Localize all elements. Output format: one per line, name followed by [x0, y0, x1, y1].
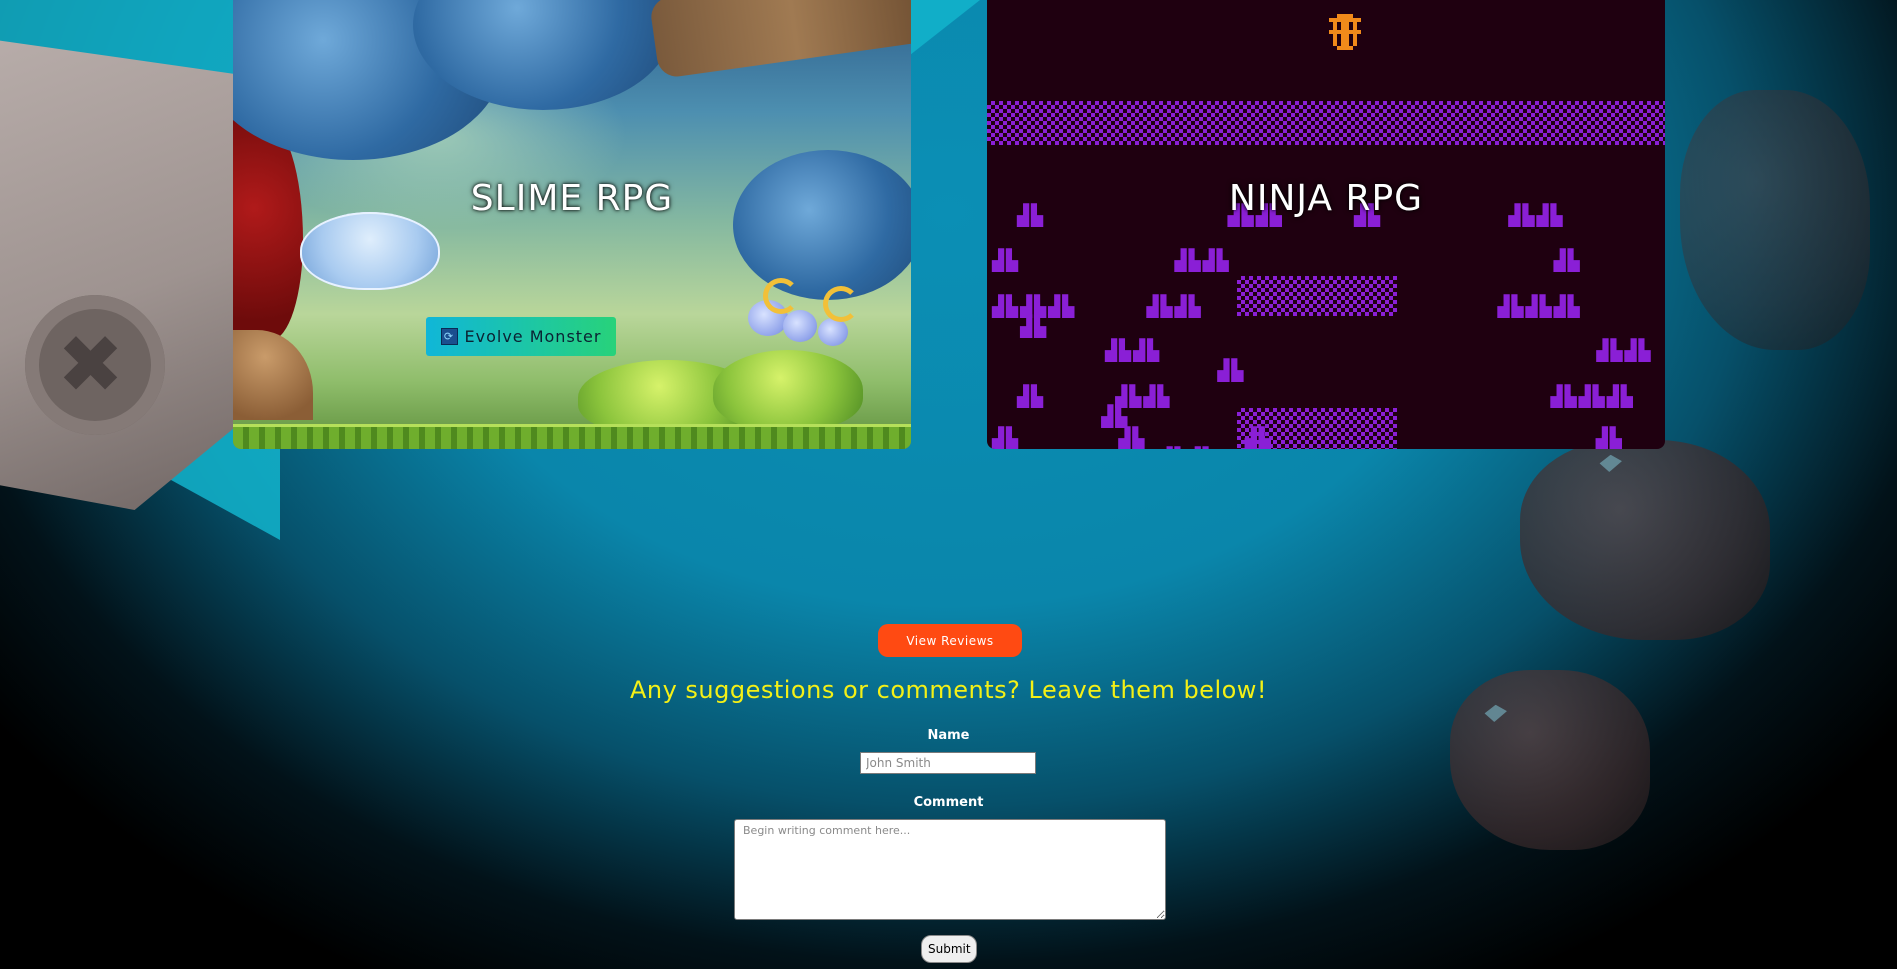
- mushroom-decoration: [233, 330, 313, 420]
- pixel-ninja-row: ▟▙▟▙▟▙ ▟▙▟▙ ▟▙▟▙▟▙ ▟▙: [992, 294, 1638, 338]
- background-shard: [910, 0, 980, 55]
- golden-curl: [763, 278, 799, 314]
- name-label: Name: [927, 728, 970, 743]
- comment-label: Comment: [913, 795, 984, 810]
- slime-rpg-card[interactable]: SLIME RPG ⟳ Evolve Monster: [233, 0, 911, 449]
- red-foliage: [233, 120, 303, 340]
- checker-band: [987, 101, 1665, 145]
- flower: [818, 318, 848, 346]
- pixel-ninja-row: ▟▙▟▙ ▟▙▟▙ ▟▙: [1105, 338, 1653, 382]
- flower: [783, 310, 817, 342]
- bush: [713, 350, 863, 430]
- pixel-ninja-row: ▟▙ ▟▙▟▙ ▟▙: [992, 248, 1582, 272]
- background-rock: [1520, 440, 1770, 640]
- pixel-ninja-row: ▟▙ ▟▙ ▟▙ ▟▙ ▟▙▟▙: [992, 426, 1650, 449]
- tree-trunk: [648, 0, 911, 80]
- game-title: SLIME RPG: [470, 178, 674, 219]
- name-input[interactable]: [860, 752, 1036, 774]
- pixel-bug-icon: [1329, 14, 1361, 50]
- view-reviews-button[interactable]: View Reviews: [878, 624, 1022, 657]
- ninja-rpg-card[interactable]: ▟▙ ▟▙▟▙ ▟▙ ▟▙▟▙ ▟▙ ▟▙▟▙ ▟▙ ▟▙▟▙▟▙ ▟▙▟▙ ▟…: [987, 0, 1665, 449]
- evolve-monster-button[interactable]: ⟳ Evolve Monster: [426, 317, 616, 356]
- grass-ground: [233, 424, 911, 449]
- comment-textarea[interactable]: [734, 819, 1166, 920]
- background-rock: [1680, 90, 1870, 350]
- game-title: NINJA RPG: [1228, 178, 1424, 219]
- slime-monster: [300, 212, 440, 290]
- evolve-icon: ⟳: [440, 328, 458, 345]
- tree-canopy: [733, 150, 911, 300]
- evolve-monster-label: Evolve Monster: [464, 327, 602, 346]
- pixel-ninja-row: ▟▙ ▟▙▟▙ ▟▙▟▙▟▙ ▟▙: [1017, 384, 1663, 428]
- golden-curl: [823, 286, 859, 322]
- comment-heading: Any suggestions or comments? Leave them …: [629, 676, 1268, 704]
- submit-button[interactable]: Submit: [921, 935, 977, 963]
- dpad-icon: ✖: [57, 318, 125, 411]
